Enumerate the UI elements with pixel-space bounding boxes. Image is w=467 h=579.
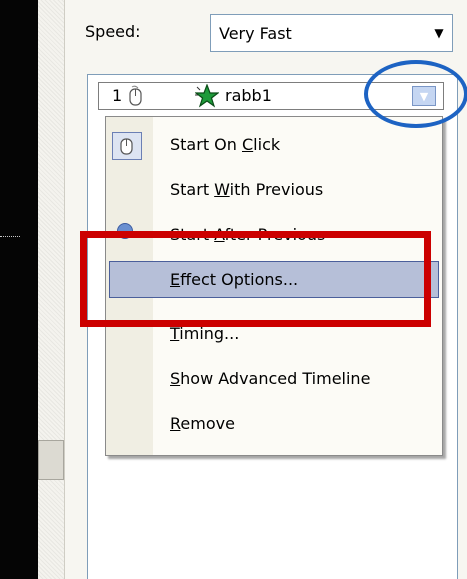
menu-item-timing[interactable]: Timing... [170,324,239,343]
menu-item-text: ith Previous [229,180,324,199]
menu-item-accel: R [170,414,181,433]
menu-item-text: Start [170,225,215,244]
menu-item-text: emove [180,414,235,433]
dropdown-arrow-icon[interactable]: ▼ [412,86,436,106]
dotted-guide [0,236,20,239]
animation-order: 1 [112,86,123,105]
speed-select[interactable]: Very Fast ▼ [210,14,453,52]
menu-item-text: Start [170,180,215,199]
mouse-click-icon [126,85,146,111]
vertical-scrollbar[interactable] [38,0,64,579]
chevron-down-icon[interactable]: ▼ [426,15,452,51]
mouse-click-icon [112,132,142,160]
menu-item-remove[interactable]: Remove [170,414,235,433]
speed-label: Speed: [85,22,141,41]
speed-value: Very Fast [219,24,292,43]
scrollbar-thumb[interactable] [38,440,64,480]
menu-item-text: fter Previous [224,225,326,244]
menu-item-text: how Advanced Timeline [180,369,371,388]
menu-item-accel: A [214,225,225,244]
menu-item-accel: T [170,324,180,343]
menu-item-show-advanced-timeline[interactable]: Show Advanced Timeline [170,369,370,388]
star-effect-icon [194,83,220,112]
animation-name: rabb1 [225,86,272,105]
menu-item-start-after-previous[interactable]: Start After Previous [170,225,325,244]
clock-icon [117,223,133,239]
menu-item-text: Start On [170,135,242,154]
menu-item-accel: C [242,135,254,154]
menu-item-start-with-previous[interactable]: Start With Previous [170,180,323,199]
slide-area-edge [0,0,38,579]
menu-item-accel: S [170,369,181,388]
menu-item-text: ffect Options... [180,270,299,289]
menu-item-text: iming... [179,324,240,343]
menu-item-text: lick [253,135,281,154]
menu-item-start-on-click[interactable]: Start On Click [170,135,280,154]
menu-item-accel: E [170,270,181,289]
context-menu: Start On Click Start With Previous Start… [105,116,443,456]
animation-list-item[interactable]: 1 rabb1 ▼ [98,82,444,110]
menu-item-accel: W [214,180,230,199]
menu-item-effect-options[interactable]: Effect Options... [170,270,298,289]
